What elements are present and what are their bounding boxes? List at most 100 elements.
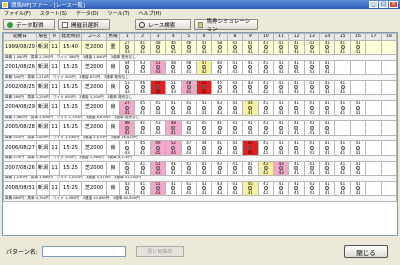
horse-index-cell[interactable]: [365, 100, 382, 116]
header-time[interactable]: 発走時刻: [59, 33, 82, 41]
horse-index-cell[interactable]: 41 41: [134, 120, 151, 136]
horse-index-cell[interactable]: 49 45: [149, 140, 167, 156]
horse-index-cell[interactable]: 41 41: [165, 100, 182, 116]
horse-index-cell[interactable]: 48 41: [165, 120, 182, 136]
horse-index-cell[interactable]: 51 43: [149, 160, 167, 176]
close-button[interactable]: 閉じる: [344, 245, 388, 258]
horse-index-cell[interactable]: 41 41: [242, 160, 259, 176]
horse-index-cell[interactable]: 41 41: [303, 80, 321, 96]
horse-index-cell[interactable]: 48 41: [180, 60, 197, 76]
horse-index-cell[interactable]: 41 41: [319, 60, 336, 76]
horse-index-cell[interactable]: 41 41: [288, 39, 305, 56]
horse-index-cell[interactable]: 41 41: [272, 60, 290, 76]
horse-index-cell[interactable]: 51 43: [118, 80, 136, 96]
pattern-name-input[interactable]: [41, 245, 126, 257]
horse-index-cell[interactable]: 45 43: [211, 80, 228, 96]
horse-index-cell[interactable]: 45 41: [195, 120, 213, 136]
horse-index-cell[interactable]: 45 41: [134, 140, 151, 156]
horse-index-cell[interactable]: 44 41: [242, 100, 259, 116]
horse-index-cell[interactable]: [380, 180, 397, 196]
horse-index-cell[interactable]: 41 41: [334, 80, 351, 96]
horse-index-cell[interactable]: 41 41: [257, 100, 274, 116]
horse-index-cell[interactable]: [334, 60, 351, 76]
horse-index-cell[interactable]: 41 41: [165, 180, 182, 196]
horse-index-cell[interactable]: [380, 160, 397, 176]
header-horse-number[interactable]: 1: [118, 33, 136, 41]
horse-index-cell[interactable]: 41 41: [319, 120, 336, 136]
horse-index-cell[interactable]: 41 41: [349, 140, 367, 156]
horse-index-cell[interactable]: [380, 120, 397, 136]
header-horse-number[interactable]: 6: [195, 33, 213, 41]
table-row[interactable]: 2001/08/26 新潟 11 15:25 芝2000 良 44 41 43 43 51 43 48 4…: [3, 60, 397, 76]
header-horse-number[interactable]: 15: [334, 33, 351, 41]
horse-index-cell[interactable]: 41 41: [242, 120, 259, 136]
horse-index-cell[interactable]: 41 41: [319, 80, 336, 96]
header-date[interactable]: 開催日: [3, 33, 37, 41]
horse-index-cell[interactable]: 41 41: [319, 160, 336, 176]
horse-index-cell[interactable]: 43 41: [226, 140, 244, 156]
horse-index-cell[interactable]: [365, 80, 382, 96]
header-course[interactable]: コース: [81, 33, 107, 41]
race-search-button[interactable]: レース検索: [135, 19, 191, 30]
schedule-select-button[interactable]: 開催日選択: [58, 19, 110, 30]
horse-index-cell[interactable]: 43 41: [211, 160, 228, 176]
horse-index-cell[interactable]: 43 43: [134, 60, 151, 76]
horse-index-cell[interactable]: 41 41: [303, 140, 321, 156]
horse-index-cell[interactable]: 43 41: [242, 80, 259, 96]
header-horse-number[interactable]: 12: [288, 33, 305, 41]
horse-index-cell[interactable]: 41 41: [257, 80, 274, 96]
horse-index-cell[interactable]: 41 41: [134, 180, 151, 196]
horse-index-cell[interactable]: 41 41: [180, 180, 197, 196]
horse-index-cell[interactable]: 41 41: [303, 160, 321, 176]
horse-index-cell[interactable]: 41 41: [134, 39, 151, 56]
horse-index-cell[interactable]: 41 41: [180, 100, 197, 116]
horse-index-cell[interactable]: 41 41: [226, 60, 244, 76]
header-horse-number[interactable]: 2: [134, 33, 151, 41]
horse-index-cell[interactable]: 41 41: [195, 100, 213, 116]
horse-index-cell[interactable]: 46 46: [134, 80, 151, 96]
horse-index-cell[interactable]: 41 41: [226, 120, 244, 136]
horse-index-cell[interactable]: 41 41: [349, 100, 367, 116]
horse-index-cell[interactable]: 41 41: [349, 180, 367, 196]
horse-index-cell[interactable]: 52 44: [165, 140, 182, 156]
horse-index-cell[interactable]: 45 41: [134, 100, 151, 116]
horse-index-cell[interactable]: 43 43: [226, 100, 244, 116]
horse-index-cell[interactable]: 41 41: [334, 39, 351, 56]
table-row[interactable]: 2005/08/28 新潟 11 15:25 芝2000 良 48 41 41 41 43 43 48 4…: [3, 120, 397, 136]
header-horse-number[interactable]: 9: [242, 33, 259, 41]
horse-index-cell[interactable]: 51 43: [149, 60, 167, 76]
horse-index-cell[interactable]: 41 41: [211, 140, 228, 156]
table-row[interactable]: 2006/08/27 新潟 11 15:25 芝2000 良 47 43 45 41 49 45 52 4…: [3, 140, 397, 156]
horse-index-cell[interactable]: 41 41: [272, 140, 290, 156]
ticket-simulation-button[interactable]: 馬券シミュレーション: [194, 19, 258, 33]
horse-index-cell[interactable]: 41 41: [288, 100, 305, 116]
horse-index-cell[interactable]: 41 41: [334, 100, 351, 116]
header-condition[interactable]: 馬場: [106, 33, 120, 41]
horse-index-cell[interactable]: 27 41: [118, 100, 136, 116]
horse-index-cell[interactable]: [380, 100, 397, 116]
horse-index-cell[interactable]: 41 41: [334, 160, 351, 176]
horse-index-cell[interactable]: 41 41: [334, 180, 351, 196]
table-row[interactable]: 2008/08/31 新潟 11 15:25 芝2000 良 43 41 41 41 51 43 41 4…: [3, 180, 397, 196]
horse-index-cell[interactable]: 41 41: [272, 100, 290, 116]
horse-index-cell[interactable]: 48 42: [149, 39, 167, 56]
horse-index-cell[interactable]: 41 41: [195, 160, 213, 176]
horse-index-cell[interactable]: [380, 80, 397, 96]
horse-index-cell[interactable]: [380, 39, 397, 56]
horse-index-cell[interactable]: 47 43: [118, 140, 136, 156]
horse-index-cell[interactable]: 41 41: [272, 80, 290, 96]
horse-index-cell[interactable]: 41 41: [242, 39, 259, 56]
close-window-button[interactable]: ×: [389, 1, 398, 8]
horse-index-cell[interactable]: 48 41: [165, 60, 182, 76]
horse-index-cell[interactable]: 41 41: [349, 39, 367, 56]
horse-index-cell[interactable]: [349, 120, 367, 136]
header-horse-number[interactable]: 13: [303, 33, 321, 41]
horse-index-cell[interactable]: 44 41: [118, 60, 136, 76]
horse-index-cell[interactable]: 41 41: [226, 180, 244, 196]
header-horse-number[interactable]: 7: [211, 33, 228, 41]
menu-file[interactable]: ファイル(F): [4, 10, 31, 17]
header-horse-number[interactable]: 18: [380, 33, 397, 41]
header-horse-number[interactable]: 14: [319, 33, 336, 41]
horse-index-cell[interactable]: 58 43: [211, 39, 228, 56]
horse-index-cell[interactable]: 41 41: [288, 160, 305, 176]
